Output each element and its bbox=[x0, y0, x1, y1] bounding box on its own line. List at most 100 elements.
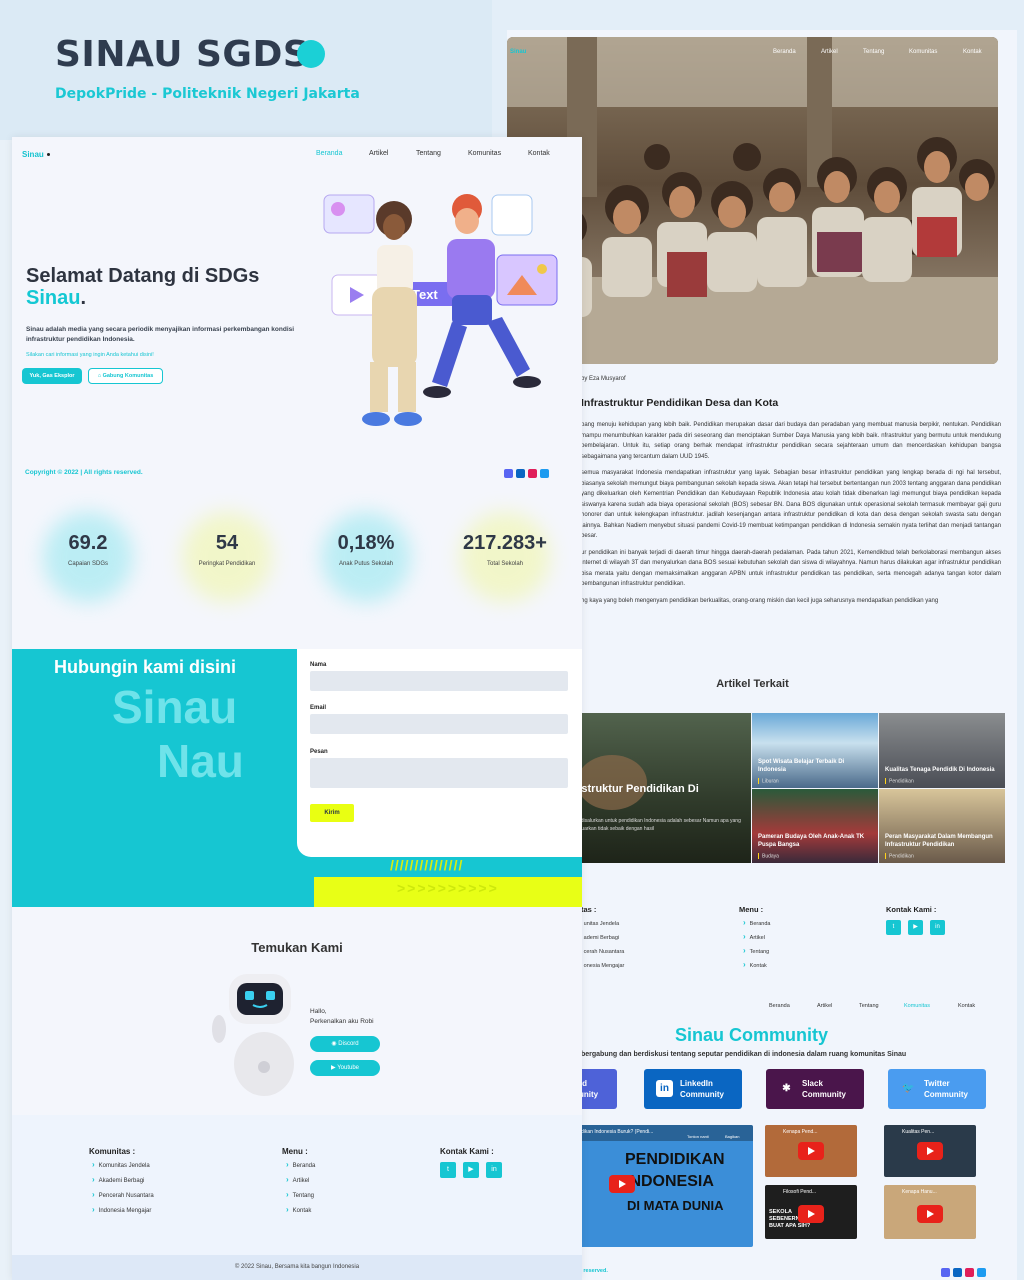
play-icon[interactable] bbox=[917, 1205, 943, 1223]
footer-komunitas-link[interactable]: Pencerah Nusantara bbox=[92, 1190, 154, 1199]
related-card[interactable]: Spot Wisata Belajar Terbaik Di Indonesia… bbox=[752, 713, 878, 788]
linkedin-icon[interactable] bbox=[516, 469, 525, 478]
footer-kontak-heading: Kontak Kami : bbox=[440, 1147, 494, 1156]
name-input[interactable] bbox=[310, 671, 568, 691]
linkedin-icon: in bbox=[656, 1080, 673, 1097]
twitter-icon[interactable] bbox=[977, 1268, 986, 1277]
youtube-button[interactable]: ▶ Youtube bbox=[310, 1060, 380, 1076]
footer-menu-link[interactable]: Artikel bbox=[286, 1175, 310, 1184]
footer-komunitas-link[interactable]: ademi Berbagi bbox=[577, 932, 619, 941]
play-icon[interactable] bbox=[609, 1175, 635, 1193]
stat-label: Peringkat Pendidikan bbox=[198, 561, 256, 567]
footer-komunitas-link[interactable]: onesia Mengajar bbox=[577, 960, 625, 969]
article-paragraph: ur pendidikan ini banyak terjadi di daer… bbox=[581, 549, 1001, 588]
related-card-main[interactable]: rastruktur Pendidikan Di ang disalurkan … bbox=[567, 713, 751, 863]
play-icon[interactable] bbox=[917, 1142, 943, 1160]
video-thumb[interactable]: Kualitas Pen... bbox=[884, 1125, 976, 1177]
nav2-beranda[interactable]: Beranda bbox=[769, 1003, 790, 1009]
video-thumb[interactable]: Kenapa Hanu... bbox=[884, 1185, 976, 1239]
discord-button[interactable]: ◉ Discord bbox=[310, 1036, 380, 1052]
related-card[interactable]: Peran Masyarakat Dalam Membangun Infrast… bbox=[879, 789, 1005, 863]
robot-illustration bbox=[212, 974, 294, 1096]
photo-nav-logo[interactable]: Sinau bbox=[510, 49, 526, 55]
twitter-community-button[interactable]: 🐦 Twitter Community bbox=[888, 1069, 986, 1109]
nav-komunitas[interactable]: Komunitas bbox=[468, 150, 501, 157]
twitter-icon[interactable] bbox=[540, 469, 549, 478]
linkedin-icon[interactable]: in bbox=[486, 1162, 502, 1178]
related-card[interactable]: Kualitas Tenaga Pendidik Di Indonesia Pe… bbox=[879, 713, 1005, 788]
explore-button[interactable]: Yuk, Gas Eksplor bbox=[22, 368, 82, 384]
join-community-button[interactable]: ⌂ Gabung Komunitas bbox=[88, 368, 163, 384]
youtube-label: Youtube bbox=[337, 1065, 359, 1071]
discord-icon[interactable] bbox=[941, 1268, 950, 1277]
decor-arrows: >>>>>>>>>> bbox=[397, 880, 499, 896]
photo-nav-kontak[interactable]: Kontak bbox=[963, 49, 982, 55]
footer-komunitas-link[interactable]: unitas Jendela bbox=[577, 918, 619, 927]
nav2-artikel[interactable]: Artikel bbox=[817, 1003, 832, 1009]
hero-title-dot: . bbox=[80, 287, 87, 309]
nav-beranda[interactable]: Beranda bbox=[316, 150, 342, 157]
community-subtitle: bergabung dan berdiskusi tentang seputar… bbox=[581, 1051, 907, 1058]
footer-menu-link[interactable]: Beranda bbox=[286, 1160, 316, 1169]
share-label[interactable]: Bagikan bbox=[725, 1134, 739, 1139]
linkedin-icon[interactable] bbox=[953, 1268, 962, 1277]
twitter-icon[interactable]: t bbox=[440, 1162, 456, 1178]
play-icon[interactable] bbox=[798, 1142, 824, 1160]
footer-komunitas-link[interactable]: Akademi Berbagi bbox=[92, 1175, 145, 1184]
discord-icon[interactable] bbox=[504, 469, 513, 478]
photo-nav-tentang[interactable]: Tentang bbox=[863, 49, 884, 55]
footer-komunitas-link[interactable]: Indonesia Mengajar bbox=[92, 1205, 152, 1214]
slack-icon[interactable] bbox=[965, 1268, 974, 1277]
robot-greeting: Hallo, Perkenalkan aku Robi bbox=[310, 1007, 374, 1027]
twitter-icon[interactable]: t bbox=[886, 920, 901, 935]
nav-tentang[interactable]: Tentang bbox=[416, 150, 441, 157]
video-thumb[interactable]: Kenapa Pend... bbox=[765, 1125, 857, 1177]
photo-nav-komunitas[interactable]: Komunitas bbox=[909, 49, 937, 55]
button-label: Slack bbox=[802, 1079, 823, 1088]
email-input[interactable] bbox=[310, 714, 568, 734]
navbar: Sinau Beranda Artikel Tentang Komunitas … bbox=[12, 137, 582, 173]
stat-value: 217.283+ bbox=[463, 532, 547, 554]
slack-community-button[interactable]: ✱ Slack Community bbox=[766, 1069, 864, 1109]
stat-label: Capaian SDGs bbox=[67, 561, 109, 567]
footer-menu-link[interactable]: Kontak bbox=[286, 1205, 312, 1214]
watch-later-label[interactable]: Tonton nanti bbox=[687, 1134, 709, 1139]
article-title: Infrastruktur Pendidikan Desa dan Kota bbox=[581, 397, 779, 409]
footer-menu-link[interactable]: Kontak bbox=[743, 960, 767, 969]
youtube-icon[interactable]: ▶ bbox=[908, 920, 923, 935]
footer: Komunitas : Komunitas Jendela Akademi Be… bbox=[12, 1115, 582, 1255]
youtube-icon[interactable]: ▶ bbox=[463, 1162, 479, 1178]
video-title: Kenapa Hanu... bbox=[902, 1189, 937, 1195]
nav-artikel[interactable]: Artikel bbox=[369, 150, 388, 157]
nav-kontak[interactable]: Kontak bbox=[528, 150, 550, 157]
nav-logo[interactable]: Sinau bbox=[22, 150, 50, 159]
footer-komunitas-link[interactable]: Komunitas Jendela bbox=[92, 1160, 150, 1169]
hero-illustration: Text bbox=[323, 194, 558, 426]
video-big-text: INDONESIA bbox=[625, 1173, 714, 1190]
footer-menu-link[interactable]: Beranda bbox=[743, 918, 771, 927]
video-thumb[interactable]: Filosofi Pend... SEKOLA SEBENERNYA BUAT … bbox=[765, 1185, 857, 1239]
footer-menu-heading: Menu : bbox=[282, 1147, 308, 1156]
nav2-kontak[interactable]: Kontak bbox=[958, 1003, 975, 1009]
linkedin-community-button[interactable]: in LinkedIn Community bbox=[644, 1069, 742, 1109]
nav2-komunitas[interactable]: Komunitas bbox=[904, 1003, 930, 1009]
footer-menu-link[interactable]: Artikel bbox=[743, 932, 765, 941]
play-icon[interactable] bbox=[798, 1205, 824, 1223]
button-label: Community bbox=[924, 1090, 968, 1099]
stat-glow bbox=[321, 512, 411, 602]
photo-nav-artikel[interactable]: Artikel bbox=[821, 49, 838, 55]
footer-menu-link[interactable]: Tentang bbox=[743, 946, 770, 955]
footer-komunitas-link[interactable]: cerah Nusantara bbox=[577, 946, 625, 955]
nav2-tentang[interactable]: Tentang bbox=[859, 1003, 879, 1009]
video-main[interactable]: dikan Indonesia Buruk? (Pendi... Tonton … bbox=[567, 1125, 753, 1247]
footer-menu-link[interactable]: Tentang bbox=[286, 1190, 314, 1199]
related-card[interactable]: Pameran Budaya Oleh Anak-Anak TK Puspa B… bbox=[752, 789, 878, 863]
card-title: Spot Wisata Belajar Terbaik Di Indonesia bbox=[758, 759, 845, 773]
send-button[interactable]: Kirim bbox=[310, 804, 354, 822]
slack-icon[interactable] bbox=[528, 469, 537, 478]
card-category: Pendidikan bbox=[885, 778, 914, 784]
photo-nav-beranda[interactable]: Beranda bbox=[773, 49, 796, 55]
linkedin-icon[interactable]: in bbox=[930, 920, 945, 935]
stat-item: 0,18% Anak Putus Sekolah bbox=[306, 512, 426, 602]
message-input[interactable] bbox=[310, 758, 568, 788]
